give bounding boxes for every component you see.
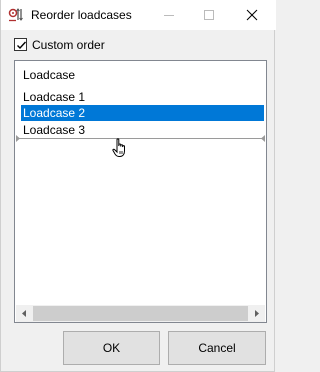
maximize-button[interactable] — [189, 0, 229, 30]
minimize-icon — [164, 15, 174, 16]
scroll-left-button[interactable] — [16, 305, 33, 322]
maximize-icon — [204, 10, 214, 20]
reorder-loadcases-dialog: Reorder loadcases Custom order Loadcase … — [0, 0, 276, 372]
horizontal-scrollbar[interactable] — [16, 305, 265, 322]
scroll-left-arrow-icon — [22, 310, 26, 317]
scroll-right-arrow-icon — [255, 310, 259, 317]
checkmark-icon — [17, 41, 27, 50]
custom-order-checkbox[interactable] — [14, 38, 27, 51]
list-item-loadcase-1[interactable]: Loadcase 1 — [21, 89, 264, 105]
custom-order-label: Custom order — [32, 38, 105, 52]
scroll-right-button[interactable] — [248, 305, 265, 322]
minimize-button[interactable] — [149, 0, 189, 30]
ok-button[interactable]: OK — [63, 331, 160, 365]
cancel-button[interactable]: Cancel — [168, 331, 266, 365]
list-header: Loadcase — [23, 68, 76, 82]
app-icon — [8, 8, 26, 22]
title-bar[interactable]: Reorder loadcases — [1, 0, 276, 30]
loadcase-list[interactable]: Loadcase Loadcase 1 Loadcase 2 Loadcase … — [14, 60, 267, 323]
hand-cursor-icon — [112, 138, 125, 157]
drop-indicator-line — [18, 138, 264, 139]
scrollbar-thumb[interactable] — [33, 306, 248, 321]
list-item-loadcase-3[interactable]: Loadcase 3 — [21, 122, 264, 138]
drop-indicator-left-icon — [16, 135, 20, 142]
close-button[interactable] — [229, 0, 275, 30]
close-icon — [246, 9, 258, 21]
window-title: Reorder loadcases — [31, 8, 132, 22]
drop-indicator-right-icon — [261, 135, 265, 142]
list-item-loadcase-2[interactable]: Loadcase 2 — [21, 105, 264, 121]
